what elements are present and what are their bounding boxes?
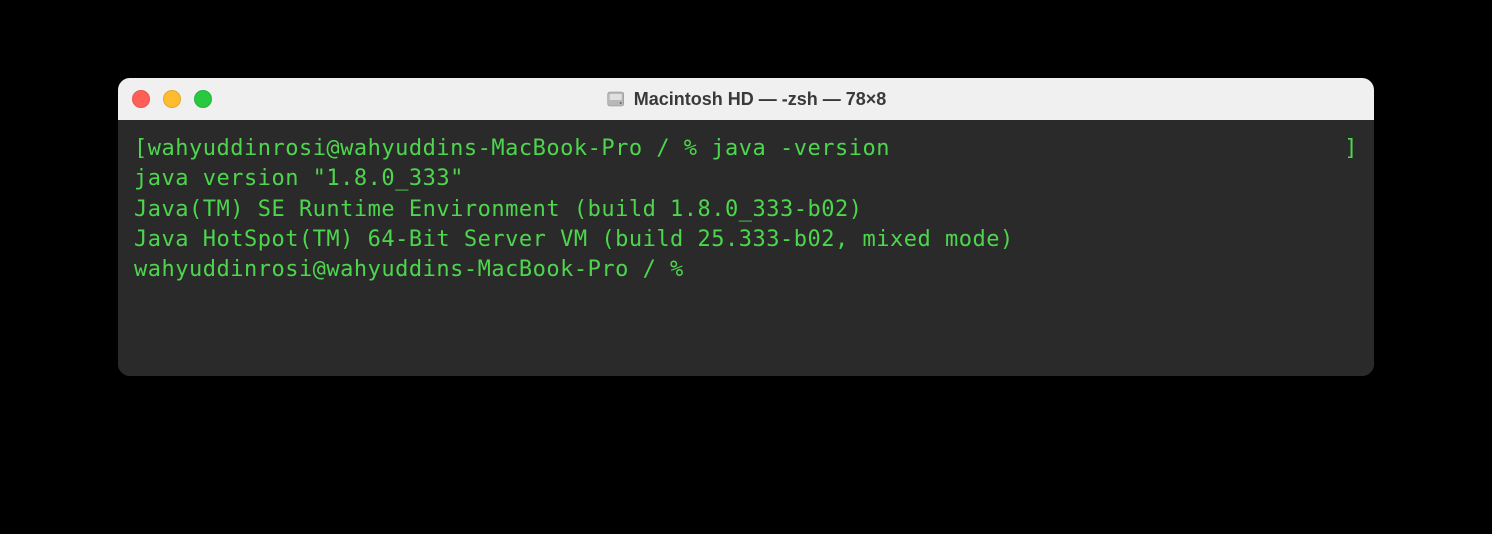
prompt-1: wahyuddinrosi@wahyuddins-MacBook-Pro / %	[148, 136, 712, 161]
close-bracket: ]	[1344, 134, 1358, 164]
close-button[interactable]	[132, 90, 150, 108]
terminal-line-4: Java HotSpot(TM) 64-Bit Server VM (build…	[134, 225, 1358, 255]
terminal-line-1: [wahyuddinrosi@wahyuddins-MacBook-Pro / …	[134, 134, 1358, 164]
terminal-line-3: Java(TM) SE Runtime Environment (build 1…	[134, 195, 1358, 225]
terminal-body[interactable]: [wahyuddinrosi@wahyuddins-MacBook-Pro / …	[118, 120, 1374, 376]
window-title: Macintosh HD — -zsh — 78×8	[634, 89, 887, 110]
terminal-line-2: java version "1.8.0_333"	[134, 164, 1358, 194]
maximize-button[interactable]	[194, 90, 212, 108]
title-wrapper: Macintosh HD — -zsh — 78×8	[606, 89, 887, 110]
minimize-button[interactable]	[163, 90, 181, 108]
terminal-window: Macintosh HD — -zsh — 78×8 [wahyuddinros…	[118, 78, 1374, 376]
titlebar: Macintosh HD — -zsh — 78×8	[118, 78, 1374, 120]
disk-icon	[606, 89, 626, 109]
open-bracket: [	[134, 136, 148, 161]
traffic-lights	[132, 90, 212, 108]
terminal-line-5: wahyuddinrosi@wahyuddins-MacBook-Pro / %	[134, 255, 1358, 285]
command-1: java -version	[711, 136, 890, 161]
